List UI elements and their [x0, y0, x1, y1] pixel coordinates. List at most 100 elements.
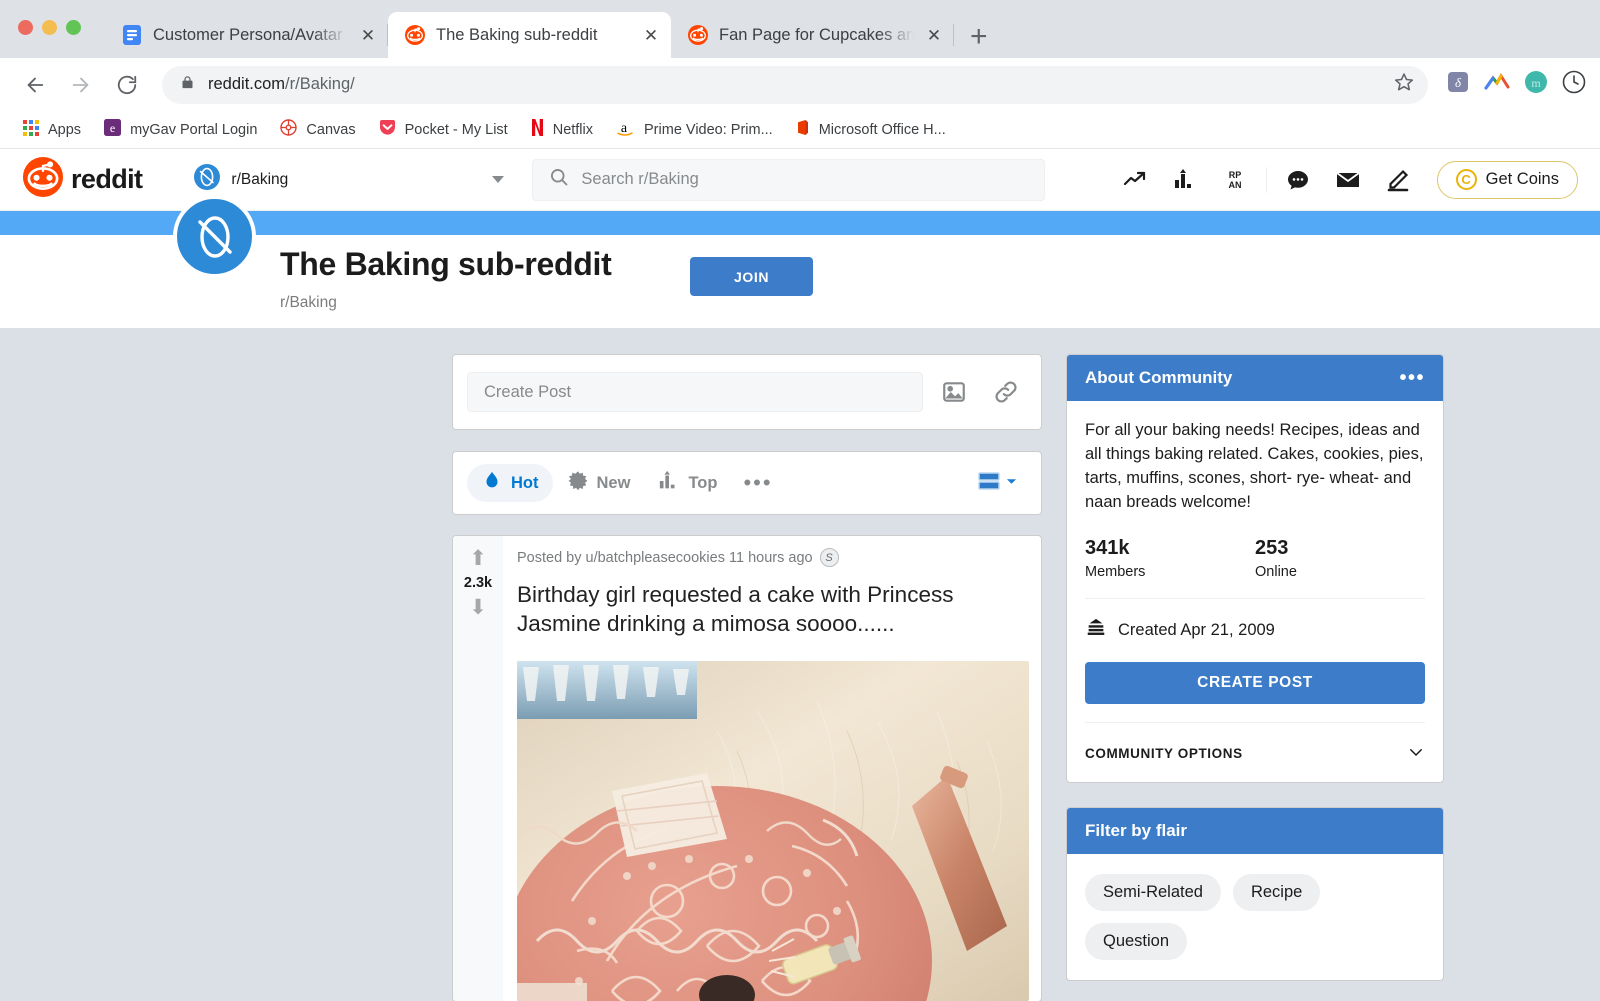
get-coins-button[interactable]: C Get Coins	[1436, 160, 1578, 199]
back-button[interactable]	[14, 64, 56, 106]
bookmark-microsoft-office[interactable]: Microsoft Office H...	[787, 114, 955, 145]
tab-title: Customer Persona/Avatar - Go	[153, 25, 348, 44]
post-title[interactable]: Birthday girl requested a cake with Prin…	[517, 580, 1029, 639]
flair-chip-question[interactable]: Question	[1085, 922, 1188, 960]
chevron-down-icon	[1407, 743, 1425, 764]
upvote-button[interactable]: ⬆	[469, 548, 487, 569]
create-post-input[interactable]: Create Post	[467, 372, 923, 412]
reddit-icon	[687, 24, 709, 46]
bar-chart-icon	[658, 470, 680, 497]
bookmark-label: Apps	[48, 121, 82, 138]
mail-icon[interactable]	[1323, 159, 1373, 201]
bookmark-label: Canvas	[306, 121, 356, 138]
bookmark-label: myGav Portal Login	[130, 121, 258, 138]
maximize-window-button[interactable]	[66, 20, 81, 35]
divider	[1085, 597, 1425, 599]
browser-tabs: Customer Persona/Avatar - Go ✕ The Bakin…	[105, 0, 988, 58]
reload-button[interactable]	[106, 64, 148, 106]
flair-chip-semi-related[interactable]: Semi-Related	[1085, 873, 1221, 911]
browser-tab-2[interactable]: The Baking sub-reddit ✕	[388, 12, 671, 58]
extension-icons: δ m	[1446, 70, 1586, 99]
subreddit-handle: r/Baking	[280, 294, 337, 312]
post-image[interactable]	[517, 660, 1029, 1001]
search-input[interactable]	[581, 170, 1029, 189]
post-card[interactable]: ⬆ 2.3k ⬇ Posted by u/batchpleasecookies …	[452, 535, 1042, 1001]
link-icon[interactable]	[985, 371, 1027, 413]
google-docs-icon	[121, 24, 143, 46]
subreddit-avatar	[173, 195, 256, 278]
bookmark-netflix[interactable]: Netflix	[522, 114, 602, 145]
forward-button[interactable]	[60, 64, 102, 106]
url-path: /r/Baking/	[285, 75, 355, 93]
sort-tab-label: New	[596, 473, 631, 492]
flair-chip-recipe[interactable]: Recipe	[1232, 873, 1321, 911]
momentum-extension-icon[interactable]: m	[1524, 70, 1548, 99]
bookmark-prime-video[interactable]: a Prime Video: Prim...	[607, 114, 782, 145]
sort-tab-new[interactable]: New	[553, 464, 645, 502]
page-title: The Baking sub-reddit	[280, 246, 612, 282]
bookmark-apps[interactable]: Apps	[14, 115, 90, 145]
post-score: 2.3k	[463, 575, 493, 591]
reddit-header: reddit r/Baking RPAN	[0, 149, 1600, 211]
clock-extension-icon[interactable]	[1562, 70, 1586, 99]
coin-icon: C	[1455, 169, 1477, 190]
amazon-a-icon: a	[616, 119, 635, 140]
trending-icon[interactable]	[1110, 159, 1160, 201]
create-post-pencil-icon[interactable]	[1373, 159, 1423, 201]
online-label: Online	[1255, 563, 1297, 580]
sort-tab-top[interactable]: Top	[644, 464, 731, 502]
subreddit-switcher[interactable]: r/Baking	[184, 160, 514, 200]
browser-tab-3[interactable]: Fan Page for Cupcakes and a C ✕	[671, 12, 954, 58]
about-community-menu-button[interactable]: •••	[1399, 368, 1425, 388]
new-tab-button[interactable]: +	[970, 22, 988, 52]
bookmark-pocket[interactable]: Pocket - My List	[370, 114, 517, 145]
url-text: reddit.com/r/Baking/	[208, 75, 1381, 94]
online-stat: 253 Online	[1255, 537, 1425, 580]
flame-icon	[481, 470, 503, 497]
join-button[interactable]: JOIN	[690, 257, 813, 296]
minimize-window-button[interactable]	[42, 20, 57, 35]
colorful-chevron-extension-icon[interactable]	[1484, 72, 1510, 97]
community-created: Created Apr 21, 2009	[1085, 617, 1425, 644]
image-icon[interactable]	[933, 371, 975, 413]
close-window-button[interactable]	[18, 20, 33, 35]
card-view-icon	[977, 469, 1001, 498]
sort-tab-label: Hot	[511, 473, 539, 492]
bar-chart-icon[interactable]	[1160, 159, 1210, 201]
chat-icon[interactable]	[1273, 159, 1323, 201]
close-tab-button[interactable]: ✕	[641, 27, 661, 44]
rpan-icon[interactable]: RP AN	[1210, 159, 1260, 201]
bookmark-label: Pocket - My List	[404, 121, 508, 138]
community-options-label: COMMUNITY OPTIONS	[1085, 745, 1243, 761]
sort-more-button[interactable]: •••	[731, 472, 784, 495]
reddit-home-link[interactable]: reddit	[22, 156, 143, 203]
bookmark-star-icon[interactable]	[1394, 72, 1414, 98]
sort-tab-hot[interactable]: Hot	[467, 464, 553, 502]
apps-grid-icon	[23, 119, 39, 140]
browser-tab-1[interactable]: Customer Persona/Avatar - Go ✕	[105, 12, 388, 58]
subreddit-switcher-label: r/Baking	[231, 170, 289, 188]
post-meta: Posted by u/batchpleasecookies 11 hours …	[517, 548, 1029, 567]
view-mode-selector[interactable]	[977, 469, 1027, 498]
award-icon[interactable]: S	[819, 548, 839, 567]
about-community-header: About Community •••	[1067, 355, 1443, 401]
address-bar[interactable]: reddit.com/r/Baking/	[162, 65, 1428, 104]
downvote-button[interactable]: ⬇	[469, 597, 487, 618]
community-options-toggle[interactable]: COMMUNITY OPTIONS	[1085, 741, 1425, 764]
create-post-button[interactable]: CREATE POST	[1085, 661, 1425, 704]
bookmark-mygav[interactable]: e myGav Portal Login	[95, 114, 266, 145]
grammarly-extension-icon[interactable]: δ	[1446, 70, 1470, 99]
search-bar[interactable]	[532, 158, 1046, 201]
netflix-n-icon	[531, 119, 544, 140]
page-content: Create Post Hot New Top ••• ⬆ 2.3k ⬇ Pos…	[0, 328, 1600, 1001]
chevron-down-icon	[1006, 474, 1017, 492]
create-post-bar: Create Post	[452, 354, 1042, 430]
bookmark-canvas[interactable]: Canvas	[271, 114, 364, 145]
flair-list: Semi-Related Recipe Question	[1067, 854, 1443, 980]
subreddit-avatar-icon	[194, 164, 221, 195]
office-icon	[796, 119, 810, 140]
subreddit-banner: The Baking sub-reddit r/Baking JOIN	[0, 195, 1600, 328]
close-tab-button[interactable]: ✕	[924, 27, 944, 44]
close-tab-button[interactable]: ✕	[358, 27, 378, 44]
reddit-wordmark: reddit	[71, 164, 143, 194]
